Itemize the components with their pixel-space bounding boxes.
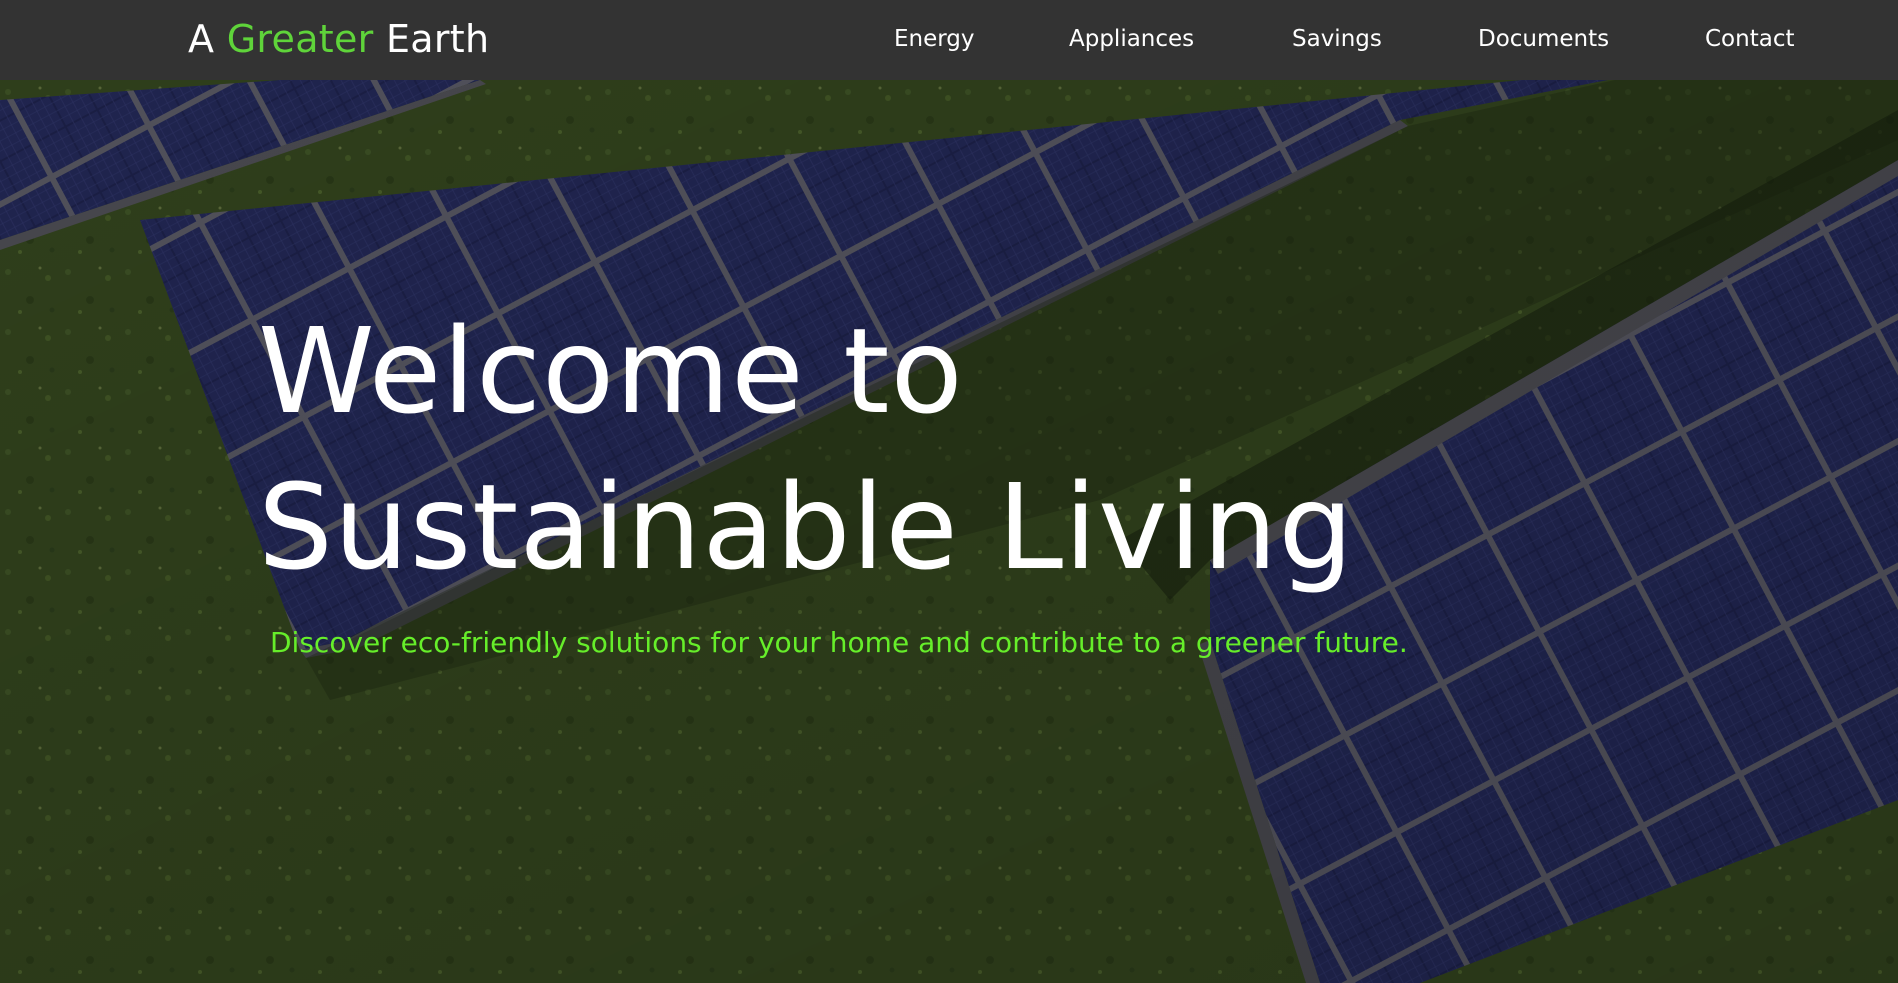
- hero-title: Welcome to Sustainable Living: [258, 293, 1354, 605]
- hero-title-line2: Sustainable Living: [258, 458, 1355, 596]
- logo-text-a: A: [188, 17, 227, 61]
- page: A Greater Earth Energy Appliances Saving…: [0, 0, 1898, 983]
- site-logo[interactable]: A Greater Earth: [188, 14, 489, 64]
- nav-item-appliances[interactable]: Appliances: [1069, 24, 1194, 54]
- logo-text-greater: Greater: [226, 17, 374, 61]
- nav-item-documents[interactable]: Documents: [1478, 24, 1609, 54]
- nav-item-savings[interactable]: Savings: [1292, 24, 1382, 54]
- nav-item-contact[interactable]: Contact: [1705, 24, 1794, 54]
- nav-item-energy[interactable]: Energy: [894, 24, 975, 54]
- logo-text-earth: Earth: [373, 17, 490, 61]
- hero-subtitle: Discover eco-friendly solutions for your…: [270, 626, 1408, 659]
- header: A Greater Earth Energy Appliances Saving…: [0, 0, 1898, 80]
- hero-section: Welcome to Sustainable Living Discover e…: [0, 80, 1898, 983]
- hero-title-line1: Welcome to: [258, 302, 964, 440]
